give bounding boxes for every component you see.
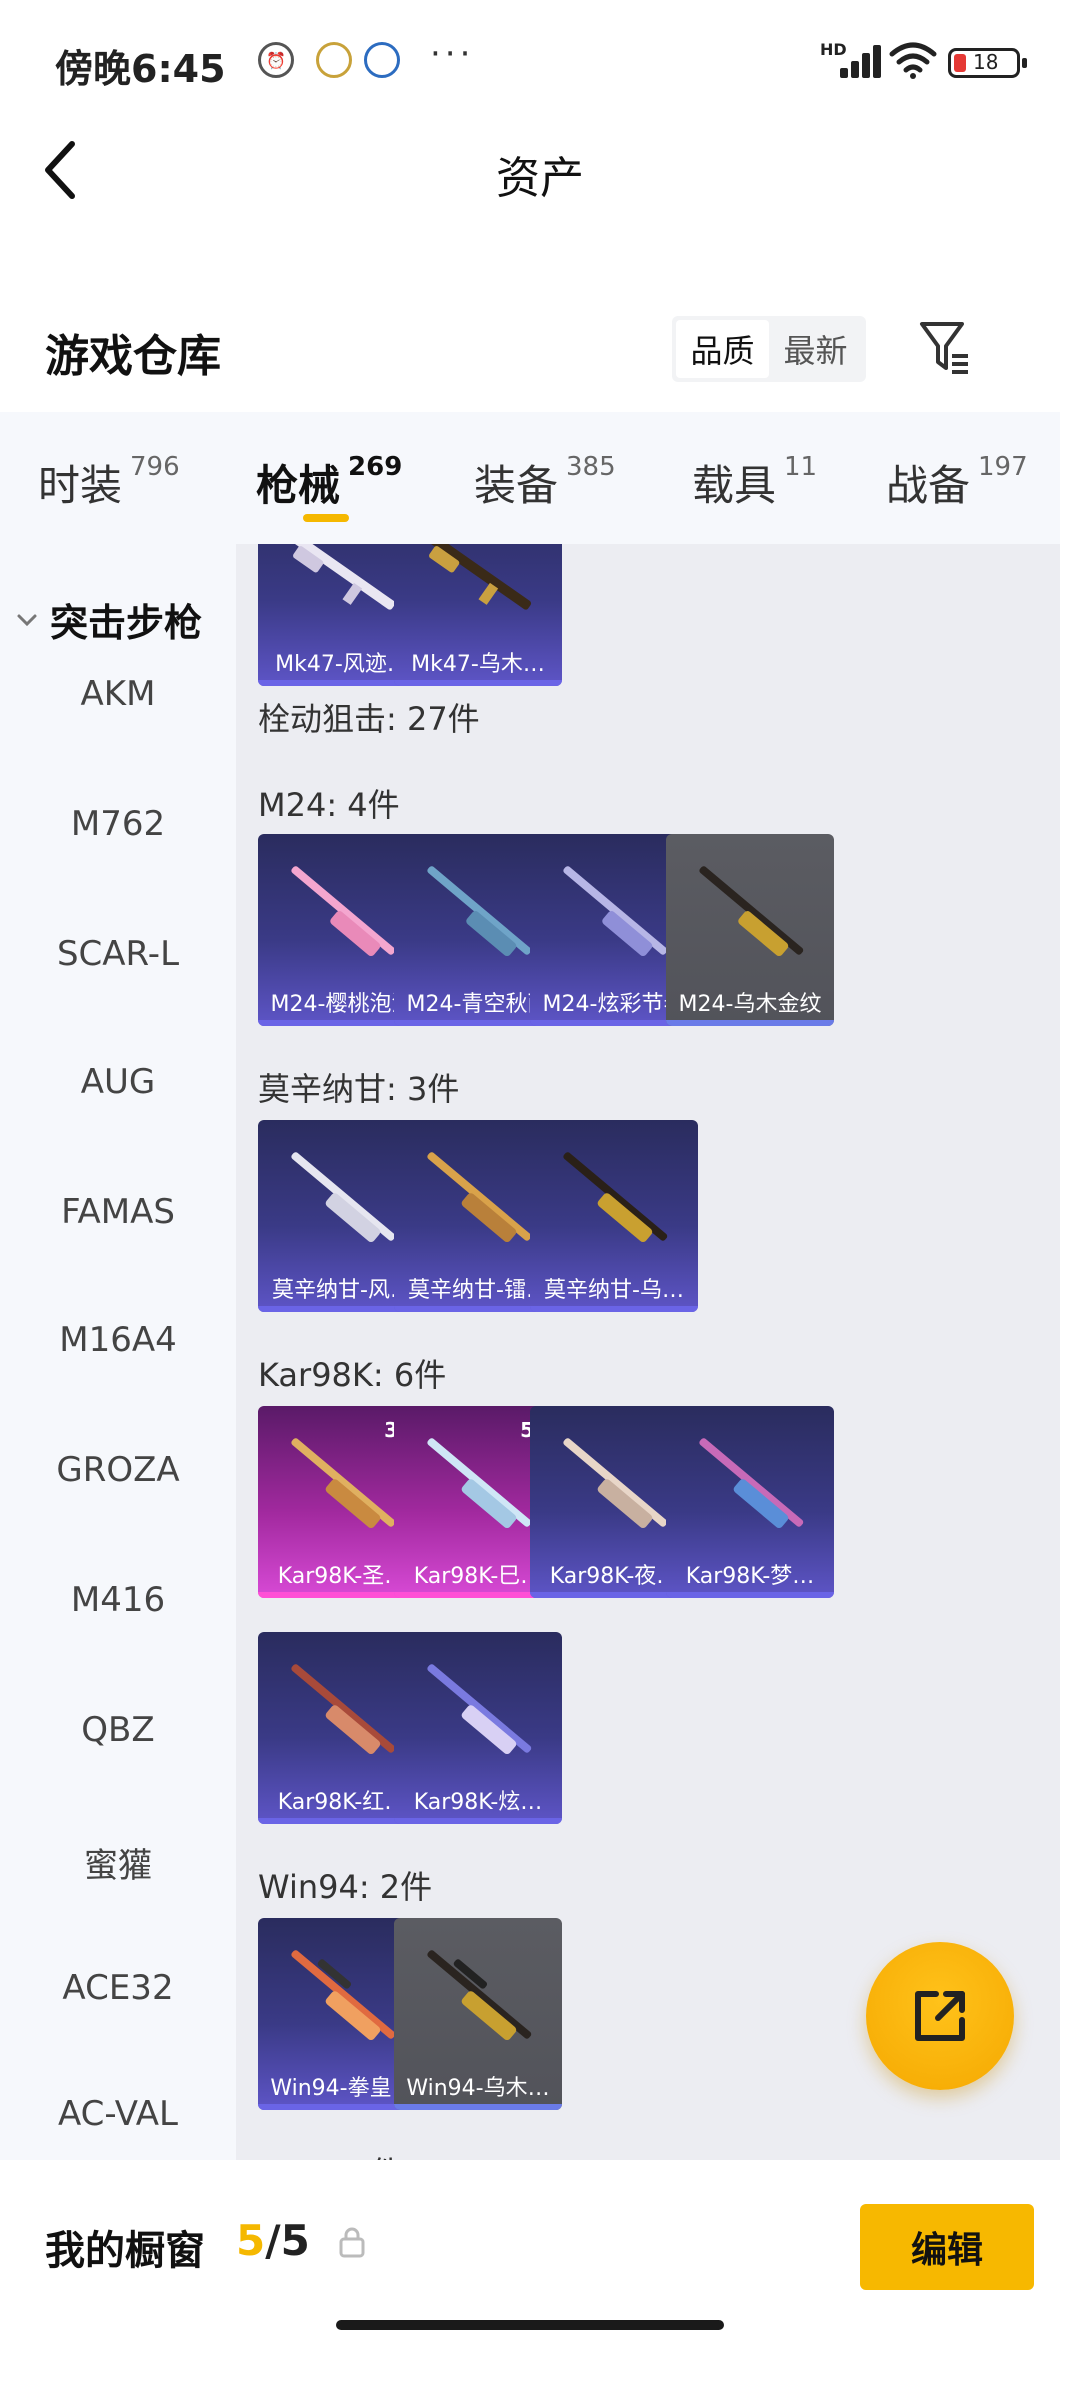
showcase-bar: 我的橱窗 5/5 编辑 [0, 2160, 1080, 2400]
sort-quality-option[interactable]: 品质 [676, 320, 769, 378]
tab-equipment[interactable]: 装备 385 [474, 452, 616, 513]
edit-button[interactable]: 编辑 [860, 2204, 1034, 2290]
rifle-icon [563, 1152, 668, 1243]
chevron-down-icon [17, 614, 37, 626]
weapon-card[interactable]: Win94-乌木… [394, 1918, 562, 2110]
home-indicator[interactable] [336, 2320, 724, 2330]
rifle-icon [427, 1664, 532, 1755]
sidebar-item-ac-val[interactable]: AC-VAL [0, 2094, 236, 2134]
rifle-icon [291, 866, 396, 957]
status-bar: 傍晚6:45 ⏰ ··· HD 18 [0, 0, 1080, 120]
sort-toggle: 品质 最新 [672, 316, 866, 382]
tab-supplies[interactable]: 战备 197 [886, 452, 1028, 513]
sidebar-item-ace32[interactable]: ACE32 [0, 1968, 236, 2008]
tab-vehicles[interactable]: 载具 11 [692, 452, 817, 513]
weapon-card-name: M24-乌木金纹 [678, 992, 822, 1017]
tab-firearms[interactable]: 枪械 269 [256, 452, 402, 513]
weapon-card[interactable]: Kar98K-梦… [666, 1406, 834, 1598]
showcase-count: 5/5 [236, 2216, 310, 2265]
category-tabs: 时装 796 枪械 269 装备 385 载具 11 战备 197 [0, 412, 1060, 544]
weapon-card-name: Win94-乌木… [406, 2076, 550, 2101]
share-button[interactable] [866, 1942, 1014, 2090]
rifle-icon [427, 1438, 532, 1529]
filter-icon[interactable] [918, 318, 972, 376]
sidebar-item-aug[interactable]: AUG [0, 1062, 236, 1102]
group-header: 莫辛纳甘: 3件 [258, 1070, 460, 1108]
wifi-icon [889, 42, 937, 79]
tab-fashion[interactable]: 时装 796 [38, 452, 180, 513]
battery-level: 18 [973, 50, 999, 74]
assets-screen: 傍晚6:45 ⏰ ··· HD 18 资产 游戏仓库 品质 最新 时装 796 … [0, 0, 1080, 2400]
weapon-card[interactable]: Mk47-乌木… [394, 544, 562, 686]
weapon-card[interactable]: 莫辛纳甘-乌… [530, 1120, 698, 1312]
rifle-icon [563, 1438, 668, 1529]
page-title: 资产 [496, 153, 584, 204]
sidebar-item-honey-badger[interactable]: 蜜獾 [0, 1838, 236, 1887]
group-header: M24: 4件 [258, 786, 400, 824]
showcase-label: 我的橱窗 [45, 2228, 205, 2274]
warehouse-title: 游戏仓库 [45, 331, 221, 382]
sidebar-item-famas[interactable]: FAMAS [0, 1192, 236, 1232]
group-header: 栓动狙击: 27件 [258, 700, 480, 738]
weapon-card-name: Mk47-乌木… [411, 652, 545, 677]
sidebar-item-akm[interactable]: AKM [0, 674, 236, 714]
app-notification-icon [364, 42, 400, 78]
share-icon [915, 1991, 965, 2041]
weapon-type-sidebar: 突击步枪 AKM M762 SCAR-L AUG FAMAS M16A4 GRO… [0, 544, 236, 2160]
rifle-icon [427, 866, 532, 957]
more-notifications-icon: ··· [430, 34, 475, 74]
weapon-card-name: Kar98K-梦… [685, 1564, 815, 1589]
rifle-icon [291, 1664, 396, 1755]
group-header: Win94: 2件 [258, 1868, 433, 1906]
rifle-icon [563, 866, 668, 957]
group-header: Kar98K: 6件 [258, 1356, 447, 1394]
lock-icon [339, 2227, 365, 2258]
active-tab-indicator [303, 514, 349, 522]
weapon-card[interactable]: M24-乌木金纹 [666, 834, 834, 1026]
notification-icon [268, 42, 308, 78]
rifle-icon [291, 1438, 396, 1529]
weapon-card-name: 莫辛纳甘-乌… [544, 1278, 684, 1303]
sidebar-item-scar-l[interactable]: SCAR-L [0, 934, 236, 974]
weapon-skin-grid: Mk47-风迹… Mk47-乌木… 栓动狙击: 27件 M24: 4件 M24-… [236, 544, 1060, 2160]
rifle-icon [426, 544, 532, 610]
app-notification-icon [316, 42, 352, 78]
sidebar-item-m416[interactable]: M416 [0, 1580, 236, 1620]
group-header: AMR: 4件 [258, 2148, 402, 2160]
rifle-icon [699, 1438, 804, 1529]
sidebar-category-header[interactable]: 突击步枪 [16, 592, 202, 647]
signal-icon [836, 44, 884, 78]
rifle-icon [291, 1950, 396, 2041]
sidebar-item-m16a4[interactable]: M16A4 [0, 1320, 236, 1360]
weapon-card[interactable]: Kar98K-炫… [394, 1632, 562, 1824]
sidebar-item-groza[interactable]: GROZA [0, 1450, 236, 1490]
rifle-icon [427, 1152, 532, 1243]
sort-newest-option[interactable]: 最新 [769, 320, 862, 378]
rifle-icon [290, 544, 396, 610]
status-time: 傍晚6:45 [55, 47, 226, 91]
battery-icon: 18 [948, 48, 1027, 78]
sidebar-item-qbz[interactable]: QBZ [0, 1710, 236, 1750]
weapon-card-name: Kar98K-炫… [413, 1790, 543, 1815]
rifle-icon [699, 866, 804, 957]
sidebar-item-m762[interactable]: M762 [0, 804, 236, 844]
rifle-icon [291, 1152, 396, 1243]
rifle-icon [427, 1950, 532, 2041]
